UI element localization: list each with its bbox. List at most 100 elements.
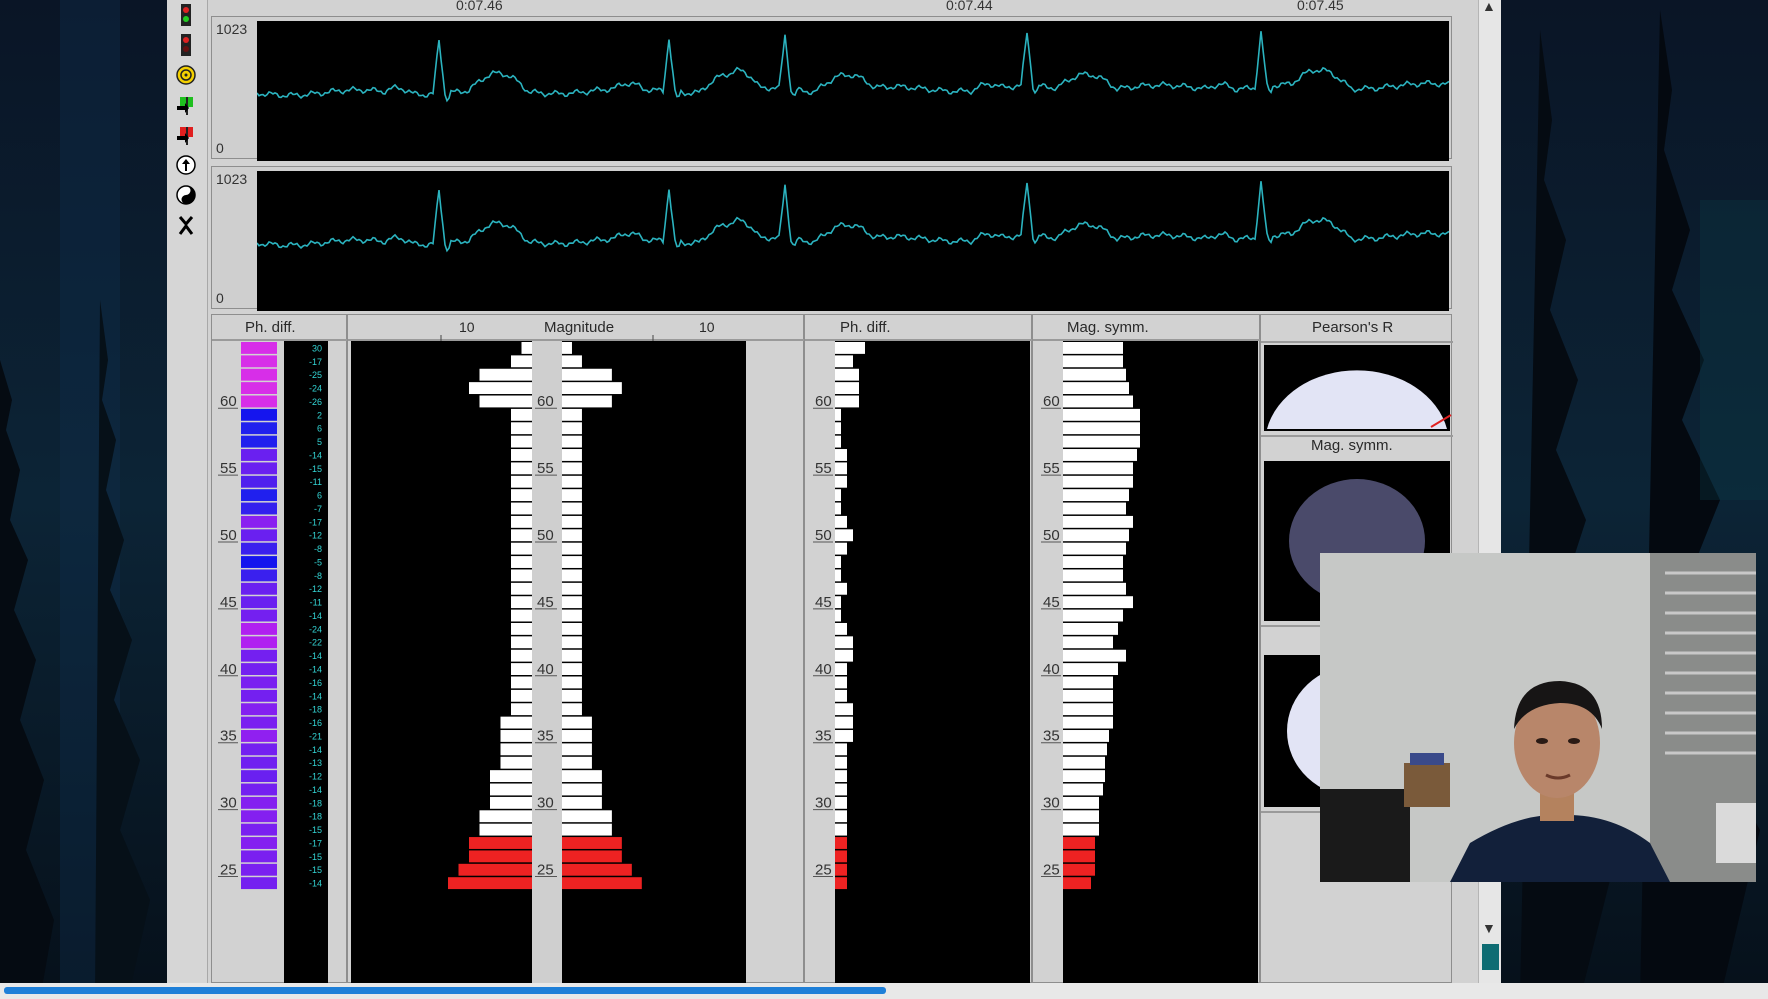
magnitude-bar-right: [562, 502, 582, 515]
ecg-strip-1[interactable]: 1023 0: [211, 16, 1452, 161]
magnitude-bar-left: [469, 382, 532, 395]
scroll-thumb[interactable]: [1482, 944, 1499, 970]
phase-bar: [241, 649, 277, 662]
phase-bar: [241, 395, 277, 408]
phase-value: -22: [309, 638, 322, 648]
magnitude-bar-left: [511, 609, 532, 622]
magnitude-bar-left: [500, 716, 532, 729]
magnitude-bar-left: [490, 796, 532, 809]
phase-bar: [241, 515, 277, 528]
mag-symm-bar: [1063, 676, 1113, 689]
y-axis-label: 30: [220, 795, 237, 812]
phase-value: -17: [309, 517, 322, 527]
phase-diff-bar: [835, 877, 847, 890]
mag-symm-bar: [1063, 556, 1123, 568]
phase-bar: [241, 823, 277, 836]
y-axis-label: 25: [815, 862, 832, 879]
phase-bar: [241, 636, 277, 649]
video-progress-bar[interactable]: [4, 987, 886, 994]
magnitude-bar-right: [562, 408, 582, 421]
phase-diff-bar: [835, 368, 859, 381]
y-axis-label: 30: [815, 795, 832, 812]
scroll-up-arrow-icon[interactable]: ▲: [1482, 0, 1496, 14]
phase-value: -17: [309, 357, 322, 367]
magnitude-bar-left: [511, 449, 532, 461]
magnitude-bar-left: [511, 582, 532, 595]
magnitude-bar-left: [490, 770, 532, 783]
tool-palette: [167, 0, 208, 983]
magnitude-bar-right: [562, 368, 612, 381]
phase-diff-bar: [835, 850, 847, 863]
strip-ymin-label: 0: [216, 140, 224, 156]
phase-bar: [241, 529, 277, 542]
traffic-light-green-icon[interactable]: [173, 2, 199, 28]
strip-ymax-label: 1023: [216, 21, 248, 37]
magnitude-bar-right: [562, 676, 582, 689]
phase-diff-bar: [835, 823, 847, 836]
up-arrow-circle-icon[interactable]: [173, 152, 199, 178]
magnitude-bar-left: [511, 703, 532, 716]
phase-value: -13: [309, 758, 322, 768]
magnitude-bar-right: [562, 689, 582, 702]
phase-value: -14: [309, 879, 322, 889]
y-axis-label: 30: [537, 795, 554, 812]
spiral-icon[interactable]: [173, 62, 199, 88]
phase-bar: [241, 796, 277, 809]
traffic-light-red-icon[interactable]: [173, 32, 199, 58]
phase-bar: [241, 408, 277, 421]
phase-value: -5: [314, 557, 322, 567]
magnitude-bar-left: [469, 850, 532, 863]
phase-diff-bar: [835, 355, 853, 368]
phase-diff-bar: [835, 703, 853, 716]
mag-symm-bar: [1063, 542, 1126, 555]
phase-value: 6: [317, 424, 322, 434]
magnitude-bar-left: [511, 542, 532, 555]
ecg-trace-1: [257, 21, 1449, 161]
y-axis-label: 40: [537, 661, 554, 678]
close-x-icon[interactable]: [173, 212, 199, 238]
phase-diff-bar: [835, 556, 841, 568]
magnitude-bar-right: [562, 796, 602, 809]
phase-bar: [241, 770, 277, 783]
magnitude-bar-left: [511, 435, 532, 448]
phase-value: -12: [309, 531, 322, 541]
phase-value: 5: [317, 437, 322, 447]
mag-symm-bar: [1063, 850, 1095, 863]
y-axis-label: 40: [220, 661, 237, 678]
phase-diff-bar: [835, 810, 847, 823]
mag-symm-bar: [1063, 622, 1118, 635]
mag-symm-bars: 60 55 50 45 40 35 30 25: [1033, 339, 1261, 984]
magnitude-bar-left: [511, 515, 532, 528]
magnitude-bar-left: [511, 529, 532, 542]
green-flag-icon[interactable]: [173, 92, 199, 118]
phase-value: -14: [309, 745, 322, 755]
y-axis-label: 60: [537, 393, 554, 410]
magnitude-bar-right: [562, 756, 592, 769]
mag-symm-bar: [1063, 756, 1105, 769]
magnitude-bar-left: [511, 556, 532, 568]
magnitude-bar-right: [562, 609, 582, 622]
ecg-strip-2[interactable]: 1023 0: [211, 166, 1452, 311]
magnitude-bar-left: [511, 422, 532, 435]
red-flag-icon[interactable]: [173, 122, 199, 148]
phase-value: -15: [309, 865, 322, 875]
scroll-down-arrow-icon[interactable]: ▼: [1482, 920, 1496, 936]
phase-bar: [241, 449, 277, 461]
phase-diff-bar: [835, 770, 847, 783]
magnitude-bar-right: [562, 529, 582, 542]
phase-value: 6: [317, 491, 322, 501]
phase-value: 30: [312, 343, 322, 353]
magnitude-bar-left: [511, 355, 532, 368]
yin-yang-icon[interactable]: [173, 182, 199, 208]
phase-value: -18: [309, 812, 322, 822]
mag-symm-panel: Mag. symm. 60 55 50 45 40 35 30 25: [1032, 314, 1261, 984]
y-axis-label: 35: [815, 728, 832, 745]
phase-value: -18: [309, 798, 322, 808]
phase-value: -14: [309, 691, 322, 701]
time-tick-label: 0:07.46: [456, 0, 503, 13]
mag-symm-bar: [1063, 462, 1133, 475]
phase-diff-bar: [835, 730, 853, 742]
magnitude-bar-right: [562, 355, 582, 368]
webcam-overlay: [1320, 553, 1756, 882]
phase-bar: [241, 609, 277, 622]
